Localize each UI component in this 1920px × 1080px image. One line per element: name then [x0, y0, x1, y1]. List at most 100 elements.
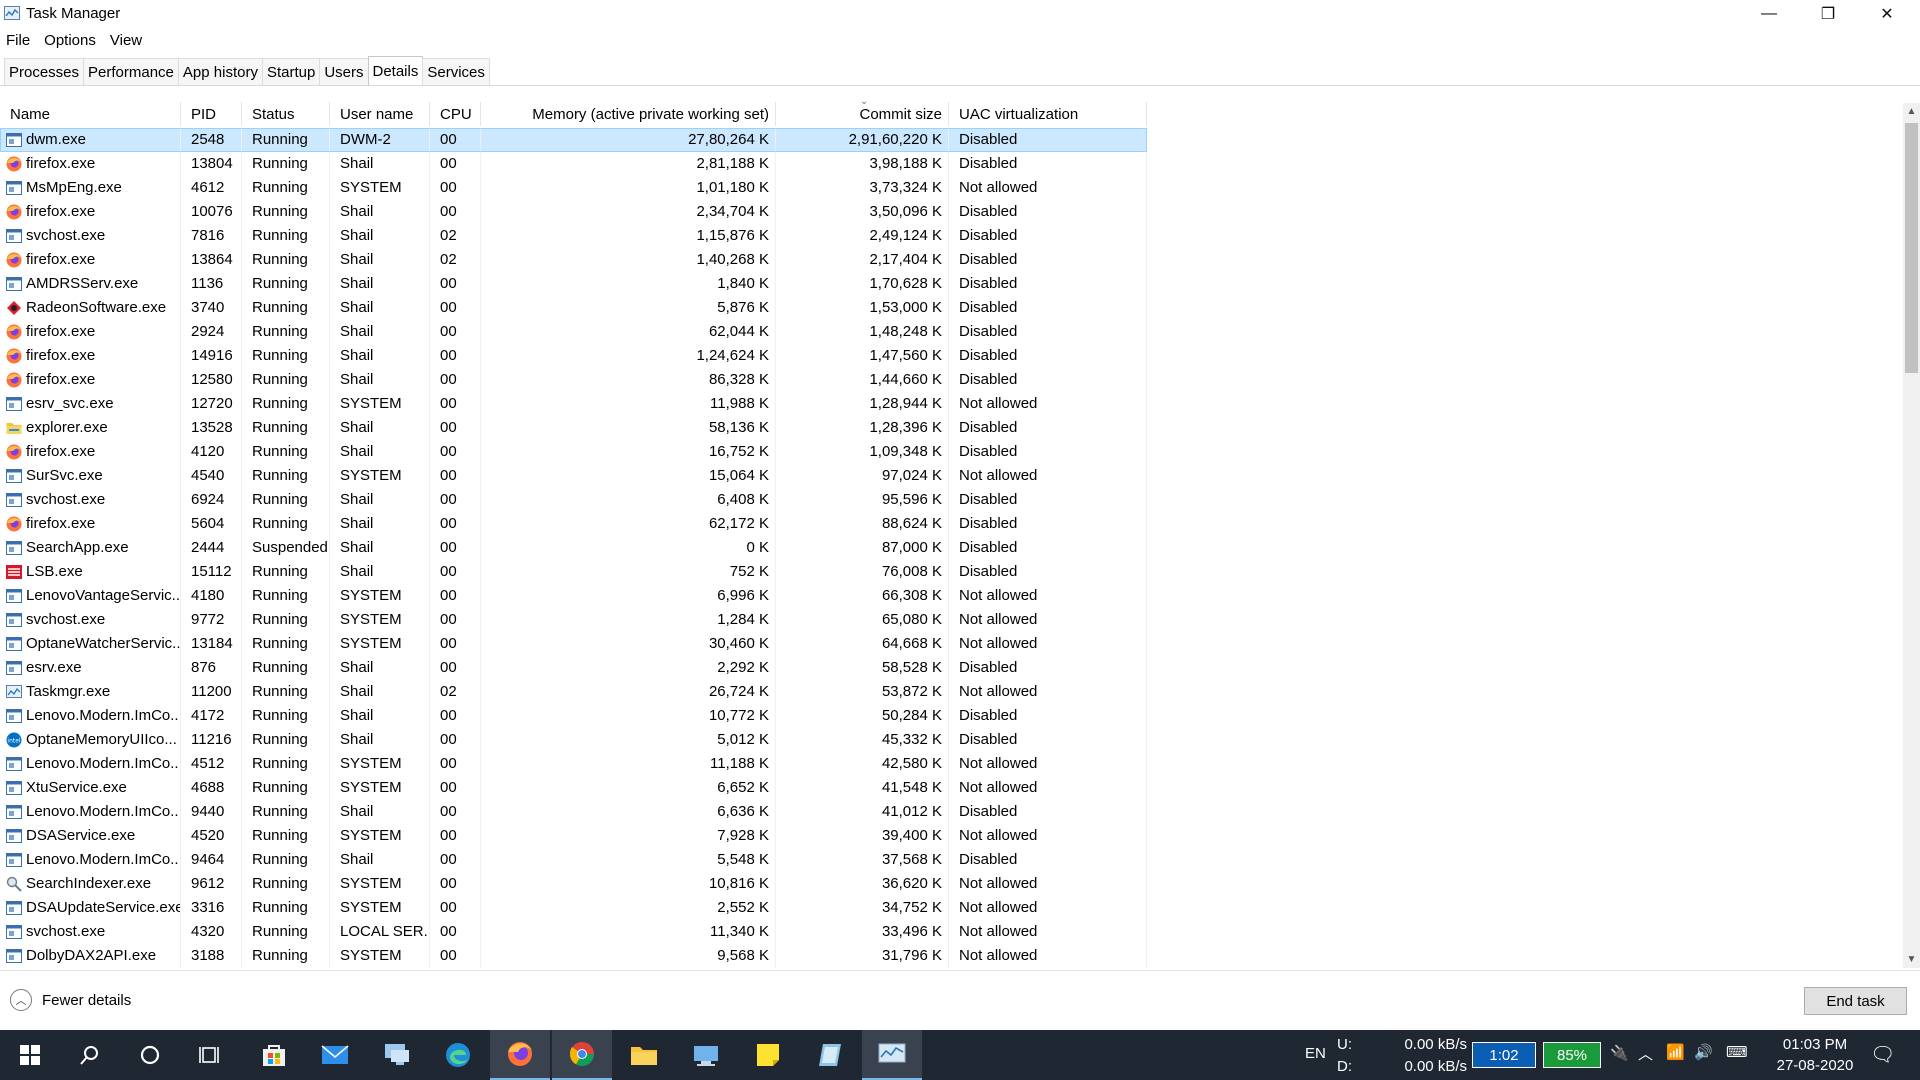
table-row[interactable]: SurSvc.exe 4540 Running SYSTEM 00 15,064 K 97,…: [0, 464, 1147, 488]
table-row[interactable]: firefox.exe 13864 Running Shail 02 1,40,268 K…: [0, 248, 1147, 272]
desktop-app-icon[interactable]: [676, 1030, 736, 1080]
start-windows-icon[interactable]: [0, 1030, 60, 1080]
table-row[interactable]: SearchIndexer.exe 9612 Running SYSTEM 00 10,8…: [0, 872, 1147, 896]
task-view-icon[interactable]: [180, 1030, 240, 1080]
table-row[interactable]: svchost.exe 7816 Running Shail 02 1,15,876 K2…: [0, 224, 1147, 248]
firefox-taskbar-icon[interactable]: [490, 1030, 550, 1080]
table-row[interactable]: Lenovo.Modern.ImCo... 9440 Running Shail 00 6…: [0, 800, 1147, 824]
edge-icon[interactable]: [428, 1030, 488, 1080]
tab-processes[interactable]: Processes: [4, 58, 85, 85]
memory-cell: 2,552 K: [481, 896, 776, 920]
table-row[interactable]: XtuService.exe 4688 Running SYSTEM 00 6,652 K…: [0, 776, 1147, 800]
touch-keyboard-icon[interactable]: ⌨: [1726, 1043, 1748, 1061]
process-name-cell: firefox.exe: [0, 368, 181, 392]
minimize-button[interactable]: —: [1740, 0, 1798, 28]
battery-percentage[interactable]: 85%: [1543, 1042, 1601, 1068]
table-row[interactable]: DSAService.exe 4520 Running SYSTEM 00 7,928 K…: [0, 824, 1147, 848]
tab-services[interactable]: Services: [422, 58, 490, 85]
scroll-thumb[interactable]: [1905, 123, 1918, 373]
close-button[interactable]: ✕: [1858, 0, 1916, 28]
table-row[interactable]: esrv.exe 876 Running Shail 00 2,292 K 58,528 K…: [0, 656, 1147, 680]
column-header-user-name[interactable]: User name: [330, 102, 430, 126]
table-row[interactable]: Lenovo.Modern.ImCo... 9464 Running Shail 00 5…: [0, 848, 1147, 872]
table-row[interactable]: firefox.exe 4120 Running Shail 00 16,752 K 1,0…: [0, 440, 1147, 464]
timer-display[interactable]: 1:02: [1472, 1042, 1536, 1068]
power-plug-icon[interactable]: 🔌: [1610, 1044, 1629, 1062]
commit-size-cell: 53,872 K: [776, 680, 949, 704]
table-row[interactable]: LenovoVantageServic... 4180 Running SYSTEM 0…: [0, 584, 1147, 608]
menu-options[interactable]: Options: [38, 30, 104, 52]
table-row[interactable]: Lenovo.Modern.ImCo... 4512 Running SYSTEM 00…: [0, 752, 1147, 776]
scroll-down-arrow-icon[interactable]: ▼: [1903, 951, 1920, 968]
column-header-status[interactable]: Status: [242, 102, 330, 126]
table-row[interactable]: svchost.exe 9772 Running SYSTEM 00 1,284 K 65,…: [0, 608, 1147, 632]
table-row[interactable]: svchost.exe 4320 Running LOCAL SER... 00 11,3…: [0, 920, 1147, 944]
scroll-up-arrow-icon[interactable]: ▲: [1903, 103, 1920, 120]
restore-button[interactable]: ❐: [1799, 0, 1857, 28]
end-task-button[interactable]: End task: [1804, 987, 1907, 1015]
table-row[interactable]: firefox.exe 10076 Running Shail 00 2,34,704 K…: [0, 200, 1147, 224]
memory-cell: 10,772 K: [481, 704, 776, 728]
table-row[interactable]: dwm.exe 2548 Running DWM-2 00 27,80,264 K 2,91…: [0, 128, 1147, 152]
chrome-icon[interactable]: [552, 1030, 612, 1080]
vertical-scrollbar[interactable]: ▲ ▼: [1903, 103, 1920, 968]
table-row[interactable]: MsMpEng.exe 4612 Running SYSTEM 00 1,01,180 K…: [0, 176, 1147, 200]
tab-startup[interactable]: Startup: [261, 58, 321, 85]
column-header-uac-virtualization[interactable]: UAC virtualization: [949, 102, 1147, 126]
tab-users[interactable]: Users: [319, 58, 369, 85]
process-name: firefox.exe: [26, 371, 96, 388]
table-row[interactable]: LSB.exe 15112 Running Shail 00 752 K 76,008 KD…: [0, 560, 1147, 584]
table-row[interactable]: intel OptaneMemoryUIIco... 11216 Running Sha…: [0, 728, 1147, 752]
notifications-icon[interactable]: 🗨: [1870, 1042, 1895, 1067]
table-row[interactable]: Lenovo.Modern.ImCo... 4172 Running Shail 00 1…: [0, 704, 1147, 728]
column-header-pid[interactable]: PID: [181, 102, 242, 126]
file-explorer-icon[interactable]: [614, 1030, 674, 1080]
mail-icon[interactable]: [305, 1030, 365, 1080]
clock-date[interactable]: 27-08-2020: [1772, 1057, 1858, 1074]
tab-details[interactable]: Details: [367, 56, 424, 85]
column-header-name[interactable]: Name: [0, 102, 181, 126]
show-hidden-icons-icon[interactable]: ︿: [1638, 1043, 1653, 1064]
table-row[interactable]: RadeonSoftware.exe 3740 Running Shail 00 5,87…: [0, 296, 1147, 320]
network-app-icon[interactable]: [367, 1030, 427, 1080]
table-row[interactable]: SearchApp.exe 2444 Suspended Shail 00 0 K 87,0…: [0, 536, 1147, 560]
task-manager-taskbar-icon[interactable]: [862, 1030, 922, 1080]
table-row[interactable]: OptaneWatcherServic... 13184 Running SYSTEM…: [0, 632, 1147, 656]
memory-cell: 5,012 K: [481, 728, 776, 752]
column-header-memory[interactable]: Memory (active private working set): [481, 102, 776, 126]
tab-performance[interactable]: Performance: [83, 58, 179, 85]
user-name-cell: Shail: [330, 680, 430, 704]
menu-view[interactable]: View: [104, 30, 150, 52]
table-row[interactable]: firefox.exe 14916 Running Shail 00 1,24,624 K…: [0, 344, 1147, 368]
process-name: Lenovo.Modern.ImCo...: [26, 755, 181, 772]
tab-app-history[interactable]: App history: [177, 58, 263, 85]
cortana-icon[interactable]: [120, 1030, 180, 1080]
menu-file[interactable]: File: [0, 30, 38, 52]
table-row[interactable]: explorer.exe 13528 Running Shail 00 58,136 K1…: [0, 416, 1147, 440]
table-row[interactable]: firefox.exe 12580 Running Shail 00 86,328 K 1,…: [0, 368, 1147, 392]
store-icon[interactable]: [244, 1030, 304, 1080]
table-row[interactable]: Taskmgr.exe 11200 Running Shail 02 26,724 K 53…: [0, 680, 1147, 704]
commit-size-cell: 2,17,404 K: [776, 248, 949, 272]
language-indicator[interactable]: EN: [1305, 1045, 1326, 1062]
search-icon[interactable]: [60, 1030, 120, 1080]
table-row[interactable]: firefox.exe 2924 Running Shail 00 62,044 K 1,4…: [0, 320, 1147, 344]
table-row[interactable]: DSAUpdateService.exe 3316 Running SYSTEM 00 2…: [0, 896, 1147, 920]
table-row[interactable]: esrv_svc.exe 12720 Running SYSTEM 00 11,988 K…: [0, 392, 1147, 416]
table-row[interactable]: svchost.exe 6924 Running Shail 00 6,408 K 95,5…: [0, 488, 1147, 512]
wifi-icon[interactable]: 📶: [1666, 1043, 1685, 1061]
volume-icon[interactable]: 🔊: [1694, 1043, 1713, 1061]
clock-time[interactable]: 01:03 PM: [1772, 1036, 1858, 1053]
sticky-notes-icon[interactable]: [738, 1030, 798, 1080]
app-window-icon: [6, 492, 22, 508]
table-row[interactable]: AMDRSServ.exe 1136 Running Shail 00 1,840 K 1,…: [0, 272, 1147, 296]
table-row[interactable]: firefox.exe 5604 Running Shail 00 62,172 K 88,…: [0, 512, 1147, 536]
status-cell: Suspended: [242, 536, 330, 560]
notepad-app-icon[interactable]: [800, 1030, 860, 1080]
status-cell: Running: [242, 656, 330, 680]
fewer-details-button[interactable]: ︿ Fewer details: [10, 989, 131, 1011]
table-row[interactable]: firefox.exe 13804 Running Shail 00 2,81,188 K…: [0, 152, 1147, 176]
column-header-cpu[interactable]: CPU: [430, 102, 481, 126]
user-name-cell: Shail: [330, 152, 430, 176]
table-row[interactable]: DolbyDAX2API.exe 3188 Running SYSTEM 00 9,568…: [0, 944, 1147, 968]
